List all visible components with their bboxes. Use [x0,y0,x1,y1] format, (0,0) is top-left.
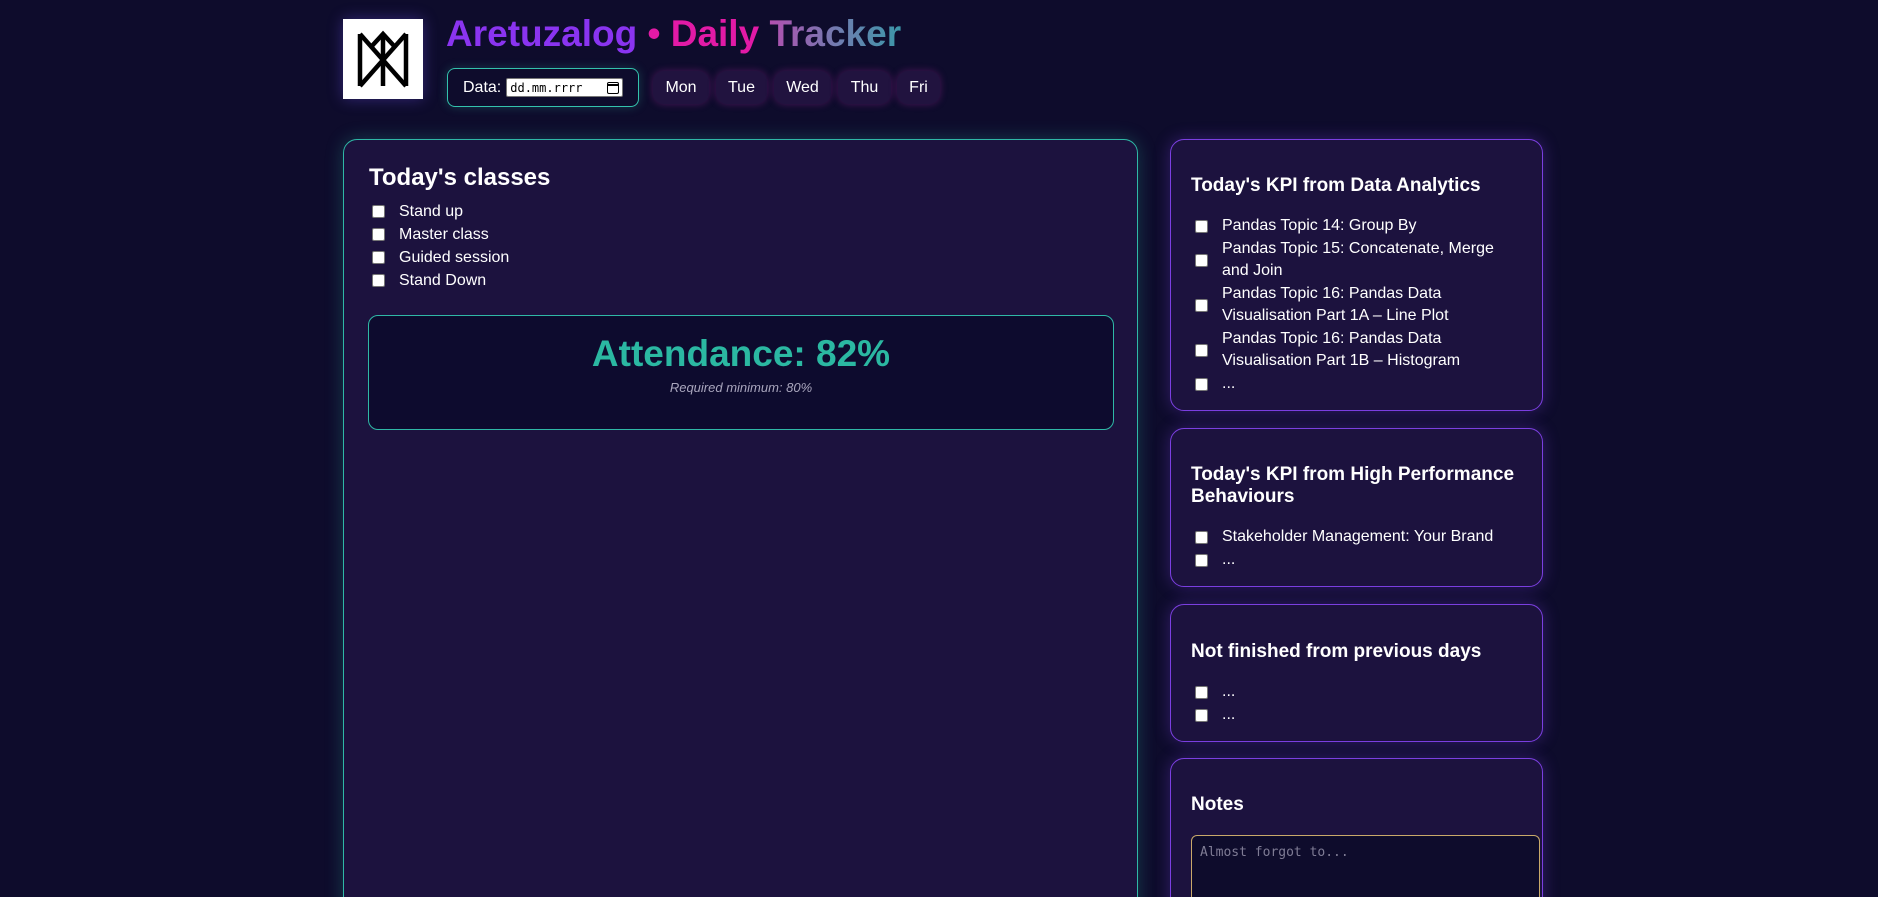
checkbox[interactable] [1195,220,1208,233]
calendar-icon[interactable] [607,81,620,94]
classes-panel: Today's classes Stand up Master class Gu… [343,139,1138,897]
unfinished-item-label: ... [1222,683,1236,700]
unfinished-panel: Not finished from previous days ... ... [1170,604,1543,742]
kpi-item-label: Pandas Topic 14: Group By [1222,217,1417,234]
classes-list: Stand up Master class Guided session Sta… [372,200,509,292]
kpi-item[interactable]: Pandas Topic 14: Group By [1195,215,1495,238]
rune-logo-icon [357,30,409,88]
kpi-item[interactable]: Pandas Topic 16: Pandas Data Visualisati… [1195,328,1495,373]
kpi-item-label: Pandas Topic 15: Concatenate, Merge and … [1222,239,1494,280]
class-item-stand-down[interactable]: Stand Down [372,269,509,292]
class-item-master-class[interactable]: Master class [372,223,509,246]
class-item-label: Master class [399,225,489,243]
kpi-item-label: ... [1222,550,1236,568]
unfinished-item[interactable]: ... [1195,704,1495,727]
day-button-tue[interactable]: Tue [716,71,767,104]
checkbox[interactable] [372,228,385,241]
title-daily: Daily [670,13,760,54]
date-label: Data: [463,78,502,96]
kpi-item[interactable]: ... [1195,373,1495,396]
class-item-label: Guided session [399,248,510,266]
checkbox[interactable] [1195,343,1208,357]
kpi-item-label: ... [1222,374,1236,392]
date-input-placeholder: dd.mm.rrrr [510,80,583,95]
classes-title: Today's classes [369,164,551,191]
checkbox[interactable] [1195,531,1208,544]
unfinished-item-label: ... [1222,705,1236,723]
kpi-high-performance-list: Stakeholder Management: Your Brand ... [1195,526,1495,571]
day-button-mon[interactable]: Mon [653,71,709,104]
checkbox[interactable] [1195,708,1208,722]
kpi-item[interactable]: Pandas Topic 15: Concatenate, Merge and … [1195,238,1495,283]
app-logo [343,19,423,99]
date-picker-group: Data: dd.mm.rrrr [447,68,639,107]
checkbox[interactable] [372,251,385,264]
class-item-guided-session[interactable]: Guided session [372,246,509,269]
title-separator: • [647,13,661,54]
kpi-item-label: Stakeholder Management: Your Brand [1222,528,1494,545]
kpi-high-performance-panel: Today's KPI from High Performance Behavi… [1170,428,1543,587]
kpi-item[interactable]: Pandas Topic 16: Pandas Data Visualisati… [1195,283,1495,328]
kpi-data-analytics-title: Today's KPI from Data Analytics [1191,175,1481,196]
day-button-thu[interactable]: Thu [838,71,891,104]
kpi-item-label: Pandas Topic 16: Pandas Data Visualisati… [1222,284,1449,325]
checkbox[interactable] [1195,253,1208,267]
checkbox[interactable] [372,274,385,287]
checkbox[interactable] [1195,377,1208,391]
checkbox[interactable] [1195,553,1208,567]
app-root: Aretuzalog • Daily Tracker Data: dd.mm.r… [0,0,1878,897]
notes-panel: Notes Almost forgot to... [1170,758,1543,897]
title-tracker: Tracker [769,13,902,54]
kpi-item[interactable]: Stakeholder Management: Your Brand [1195,526,1495,549]
title-app-name: Aretuzalog [446,13,638,54]
kpi-item-label: Pandas Topic 16: Pandas Data Visualisati… [1222,329,1461,370]
attendance-value: Attendance: 82% [591,333,891,374]
class-item-label: Stand up [399,202,464,220]
unfinished-item[interactable]: ... [1195,681,1495,704]
checkbox[interactable] [1195,686,1208,699]
class-item-label: Stand Down [399,271,487,289]
notes-title: Notes [1191,794,1244,815]
kpi-data-analytics-list: Pandas Topic 14: Group By Pandas Topic 1… [1195,215,1495,395]
kpi-item[interactable]: ... [1195,549,1495,572]
kpi-data-analytics-panel: Today's KPI from Data Analytics Pandas T… [1170,139,1543,411]
unfinished-list: ... ... [1195,681,1495,726]
page-title: Aretuzalog • Daily Tracker [446,12,901,56]
unfinished-title: Not finished from previous days [1191,641,1482,662]
kpi-high-performance-title: Today's KPI from High Performance Behavi… [1191,464,1515,507]
notes-textarea[interactable]: Almost forgot to... [1191,835,1540,897]
attendance-card: Attendance: 82% Required minimum: 80% [368,315,1114,430]
checkbox[interactable] [1195,298,1208,312]
checkbox[interactable] [372,205,385,218]
day-button-fri[interactable]: Fri [897,71,940,104]
class-item-stand-up[interactable]: Stand up [372,200,509,223]
day-button-wed[interactable]: Wed [774,71,831,104]
date-input[interactable]: dd.mm.rrrr [506,78,624,97]
attendance-note: Required minimum: 80% [669,380,813,395]
